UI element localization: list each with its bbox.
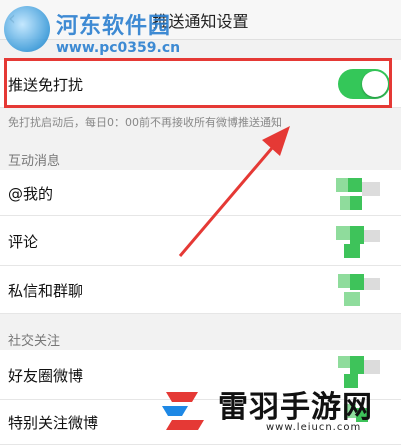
brand-url: www.leiucn.com <box>266 422 362 433</box>
annotation-arrow-icon <box>178 126 290 257</box>
brand-watermark: 雷羽手游网 www.leiucn.com <box>158 380 398 442</box>
brand-name: 雷羽手游网 <box>218 390 373 425</box>
brand-logo-icon <box>162 392 204 430</box>
